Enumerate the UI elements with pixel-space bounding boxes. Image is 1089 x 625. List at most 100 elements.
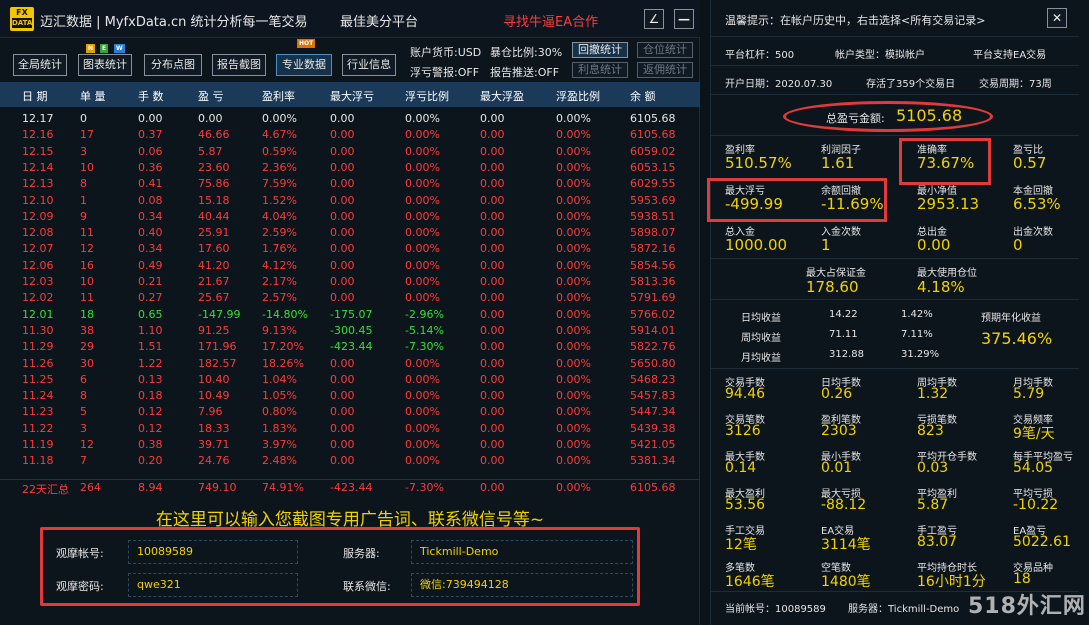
table-cell: 12.03 (22, 275, 54, 288)
trade-cycle: 交易周期：73周 (979, 79, 1052, 90)
wechat-field[interactable]: 微信:739494128 (411, 573, 633, 597)
table-row[interactable]: 12.17 0 0.00 0.00 0.00% 0.00 0.00% 0.00 0.00% 610… (0, 111, 700, 127)
table-row[interactable]: 12.01 18 0.65 -147.99 -14.80% -175.07 -2.96% 0.… (0, 307, 700, 323)
table-row[interactable]: 12.16 17 0.37 46.66 4.67% 0.00 0.00% 0.00 0.00% 6… (0, 127, 700, 143)
table-cell: 6 (80, 372, 87, 386)
table-row[interactable]: 11.18 7 0.20 24.76 2.48% 0.00 0.00% 0.00 0.00% 53… (0, 453, 700, 469)
table-row[interactable]: 11.25 6 0.13 10.40 1.04% 0.00 0.00% 0.00 0.00% 54… (0, 372, 700, 388)
position-stats-button[interactable]: 仓位统计 (637, 42, 693, 58)
table-row[interactable]: 11.24 8 0.18 10.49 1.05% 0.00 0.00% 0.00 0.00% 54… (0, 388, 700, 404)
table-cell: 0.00% (405, 226, 440, 240)
table-cell: 2.57% (262, 291, 297, 305)
table-row[interactable]: 12.09 9 0.34 40.44 4.04% 0.00 0.00% 0.00 0.00% 59… (0, 209, 700, 225)
column-header[interactable]: 单 量 (80, 88, 106, 104)
metric-value: 510.57% (725, 154, 792, 172)
table-cell: 0.00 (330, 242, 355, 256)
new-badge-n: N (86, 44, 96, 53)
annual-value: 375.46% (981, 329, 1053, 348)
column-header[interactable]: 盈 亏 (198, 88, 224, 104)
metric-value: 53.56 (725, 497, 766, 513)
interest-stats-button[interactable]: 利息统计 (572, 62, 628, 78)
table-cell: 0.18 (138, 389, 163, 403)
table-cell: 12.15 (22, 144, 54, 158)
table-row[interactable]: 11.19 12 0.38 39.71 3.97% 0.00 0.00% 0.00 0.00% 5… (0, 437, 700, 453)
close-window-button[interactable]: — (674, 9, 694, 29)
metric-value: 1 (821, 236, 831, 254)
table-cell: 0.00% (556, 258, 591, 272)
column-header[interactable]: 余 额 (630, 88, 656, 104)
table-cell: 0.00 (480, 128, 505, 142)
table-cell: 12.08 (22, 226, 54, 240)
withdraw-stats-button[interactable]: 回撤统计 (572, 42, 628, 58)
table-row[interactable]: 12.10 1 0.08 15.18 1.52% 0.00 0.00% 0.00 0.00% 59… (0, 193, 700, 209)
table-row[interactable]: 12.14 10 0.36 23.60 2.36% 0.00 0.00% 0.00 0.00% 6… (0, 160, 700, 176)
slogan: 最佳美分平台 (340, 15, 419, 30)
table-cell: 0.20 (138, 454, 163, 468)
table-cell: 0.00 (480, 372, 505, 386)
table-cell: 0.00 (480, 275, 505, 288)
table-cell: 5791.69 (630, 291, 676, 305)
table-row[interactable]: 12.15 3 0.06 5.87 0.59% 0.00 0.00% 0.00 0.00% 605… (0, 144, 700, 160)
table-cell: 0.00 (480, 438, 505, 451)
table-cell: 9 (80, 209, 87, 223)
table-row[interactable]: 11.22 3 0.12 18.33 1.83% 0.00 0.00% 0.00 0.00% 54… (0, 421, 700, 437)
table-row[interactable]: 12.06 16 0.49 41.20 4.12% 0.00 0.00% 0.00 0.00% 5… (0, 258, 700, 274)
column-header[interactable]: 浮亏比例 (405, 88, 449, 104)
pro-data-button[interactable]: 专业数据 (276, 54, 332, 76)
table-cell: 0.00 (480, 405, 505, 419)
table-cell: 0.00 (330, 405, 355, 419)
table-row[interactable]: 12.07 12 0.34 17.60 1.76% 0.00 0.00% 0.00 0.00% 5… (0, 241, 700, 257)
ea-cooperation-link[interactable]: 寻找牛逼EA合作 (503, 11, 598, 30)
report-push[interactable]: 报告推送:OFF (490, 64, 559, 80)
column-header[interactable]: 手 数 (138, 88, 164, 104)
table-row[interactable]: 12.13 8 0.41 75.86 7.59% 0.00 0.00% 0.00 0.00% 60… (0, 176, 700, 192)
table-row[interactable]: 12.08 11 0.40 25.91 2.59% 0.00 0.00% 0.00 0.00% 5… (0, 225, 700, 241)
summary-cell: 749.10 (198, 481, 237, 494)
industry-info-button[interactable]: 行业信息 (342, 54, 396, 76)
table-row[interactable]: 11.29 29 1.51 171.96 17.20% -423.44 -7.30% 0.00… (0, 339, 700, 355)
table-cell: 12.01 (22, 307, 54, 321)
trade-metrics-grid: 交易手数 94.46 日均手数 0.26 周均手数 1.32 月均手数 5.79 交易笔数 312… (711, 370, 1079, 592)
global-stats-button[interactable]: 全局统计 (13, 54, 67, 76)
column-header[interactable]: 盈利率 (262, 88, 295, 104)
table-row[interactable]: 12.03 10 0.21 21.67 2.17% 0.00 0.00% 0.00 0.00% 5… (0, 274, 700, 290)
rebate-stats-button[interactable]: 返佣统计 (637, 62, 693, 78)
table-cell: 5447.34 (630, 405, 676, 419)
metric-value: 5.87 (917, 497, 949, 513)
table-cell: 6105.68 (630, 112, 676, 125)
table-row[interactable]: 11.30 38 1.10 91.25 9.13% -300.45 -5.14% 0.00 0.… (0, 323, 700, 339)
float-warning[interactable]: 浮亏警报:OFF (410, 64, 479, 80)
metric-value: 0.26 (821, 386, 853, 402)
table-row[interactable]: 12.02 11 0.27 25.67 2.57% 0.00 0.00% 0.00 0.00% 5… (0, 290, 700, 306)
column-header[interactable]: 最大浮亏 (330, 88, 374, 104)
chart-stats-button[interactable]: 图表统计 (78, 54, 132, 76)
table-cell: 25.91 (198, 226, 230, 240)
table-cell: 38 (80, 323, 94, 337)
close-stats-button[interactable]: ✕ (1047, 8, 1067, 28)
column-header[interactable]: 日 期 (22, 88, 48, 104)
weekly-avg-value: 71.11 (829, 329, 858, 340)
table-row[interactable]: 11.26 30 1.22 182.57 18.26% 0.00 0.00% 0.00 0.00… (0, 356, 700, 372)
table-row[interactable]: 11.23 5 0.12 7.96 0.80% 0.00 0.00% 0.00 0.00% 544… (0, 404, 700, 420)
table-cell: 171.96 (198, 340, 237, 354)
table-cell: 91.25 (198, 323, 230, 337)
column-header[interactable]: 最大浮盈 (480, 88, 524, 104)
table-cell: 17.60 (198, 242, 230, 256)
distribution-chart-button[interactable]: 分布点图 (144, 54, 202, 76)
server-field[interactable]: Tickmill-Demo (411, 540, 633, 564)
table-cell: 0.00 (330, 209, 355, 223)
account-field[interactable]: 10089589 (128, 540, 298, 564)
table-cell: 11.25 (22, 372, 54, 386)
column-header[interactable]: 浮盈比例 (556, 88, 600, 104)
metric-value: 2303 (821, 423, 857, 439)
table-cell: 0.41 (138, 177, 163, 191)
table-cell: 0.00 (330, 226, 355, 240)
table-cell: 2.17% (262, 275, 297, 288)
table-cell: 0.00% (405, 193, 440, 207)
minimize-button[interactable]: ∠ (644, 9, 664, 29)
app-title: 迈汇数据 | MyfxData.cn 统计分析每一笔交易 (40, 15, 308, 30)
table-cell: 0.00 (330, 275, 355, 288)
report-screenshot-button[interactable]: 报告截图 (212, 54, 266, 76)
table-cell: 12.06 (22, 258, 54, 272)
password-field[interactable]: qwe321 (128, 573, 298, 597)
